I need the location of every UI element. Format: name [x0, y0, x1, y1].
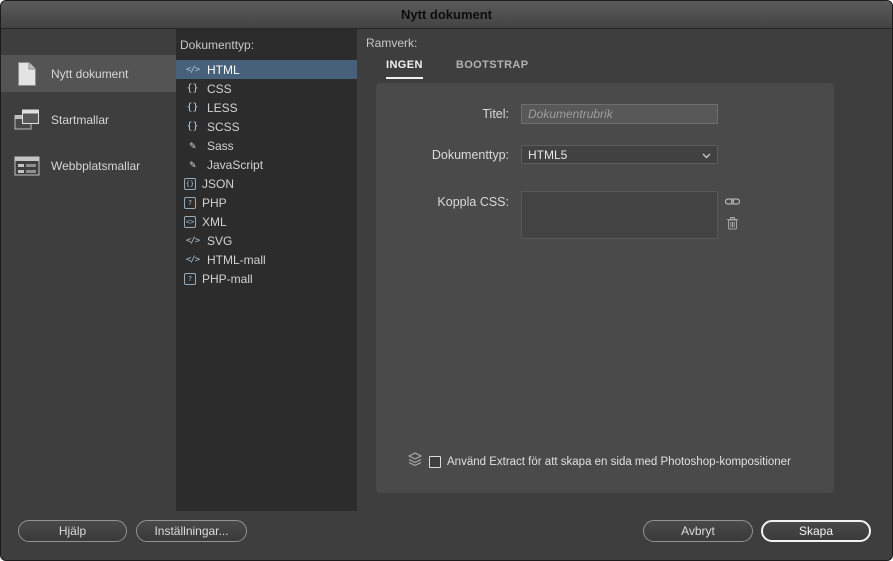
doctype-item-scss[interactable]: {} SCSS: [176, 117, 357, 136]
preferences-button[interactable]: Inställningar...: [136, 520, 247, 542]
doctype-item-less[interactable]: {} LESS: [176, 98, 357, 117]
doctype-item-json[interactable]: {} JSON: [176, 174, 357, 193]
sidebar-item-label: Nytt dokument: [51, 66, 129, 81]
doctype-item-xml[interactable]: <> XML: [176, 212, 357, 231]
chevron-down-icon: [702, 148, 711, 162]
cancel-button[interactable]: Avbryt: [643, 520, 753, 542]
doctype-list-header: Dokumenttyp:: [180, 38, 255, 52]
doctype-item-label: HTML: [207, 62, 240, 77]
framework-header: Ramverk:: [366, 36, 418, 50]
title-label: Titel:: [482, 107, 509, 121]
sidebar-item-site-templates[interactable]: Webbplatsmallar: [1, 147, 176, 184]
doctype-select-value: HTML5: [528, 147, 568, 162]
doctype-label: Dokumenttyp:: [431, 148, 509, 162]
doctype-item-label: PHP-mall: [202, 271, 253, 286]
doctype-item-sass[interactable]: ✎ Sass: [176, 136, 357, 155]
doctype-item-php[interactable]: ? PHP: [176, 193, 357, 212]
extract-checkbox[interactable]: [429, 456, 441, 468]
new-document-icon: [14, 61, 40, 87]
braces-icon: {}: [186, 102, 199, 113]
code-icon: </>: [185, 254, 200, 265]
php-icon: ?: [184, 272, 196, 285]
doctype-panel: Dokumenttyp: </> HTML {} CSS {} LESS {} SCSS ✎ Sa…: [176, 29, 357, 511]
title-input[interactable]: [521, 104, 718, 124]
site-templates-icon: [14, 156, 40, 176]
doctype-item-html[interactable]: </> HTML: [176, 60, 357, 79]
braces-icon: {}: [186, 83, 199, 94]
titlebar: Nytt dokument: [1, 1, 892, 29]
doctype-item-label: JSON: [202, 176, 235, 191]
doctype-item-label: JavaScript: [207, 157, 264, 172]
attach-css-actions: [724, 193, 741, 235]
doctype-item-css[interactable]: {} CSS: [176, 79, 357, 98]
sidebar-item-starter-templates[interactable]: Startmallar: [1, 101, 176, 138]
doctype-select[interactable]: HTML5: [521, 145, 718, 164]
framework-panel: Ramverk: INGEN BOOTSTRAP Titel: Dokument…: [357, 29, 892, 560]
doctype-list: </> HTML {} CSS {} LESS {} SCSS ✎ Sass ✎ JavaScript…: [176, 60, 357, 288]
doctype-item-label: SVG: [207, 233, 233, 248]
framework-tabs: INGEN BOOTSTRAP: [386, 59, 529, 79]
window-title: Nytt dokument: [401, 7, 492, 22]
sidebar: Nytt dokument Startmallar Webbplatsmalla…: [1, 29, 176, 560]
doctype-item-label: LESS: [207, 100, 238, 115]
pen-icon: ✎: [189, 158, 196, 171]
starter-templates-icon: [14, 109, 40, 131]
doctype-item-label: SCSS: [207, 119, 240, 134]
tab-bootstrap[interactable]: BOOTSTRAP: [456, 59, 529, 79]
code-icon: </>: [185, 235, 200, 246]
doctype-item-label: PHP: [202, 195, 227, 210]
doctype-item-label: CSS: [207, 81, 232, 96]
braces-icon: {}: [186, 121, 199, 132]
extract-checkbox-label: Använd Extract för att skapa en sida med…: [447, 456, 791, 468]
doctype-item-label: Sass: [207, 138, 234, 153]
sidebar-item-label: Startmallar: [51, 112, 110, 127]
tab-ingen[interactable]: INGEN: [386, 59, 423, 79]
trash-icon[interactable]: [727, 217, 738, 235]
help-button[interactable]: Hjälp: [18, 520, 127, 542]
attach-css-label: Koppla CSS:: [437, 195, 509, 209]
doctype-item-label: HTML-mall: [207, 252, 266, 267]
create-button[interactable]: Skapa: [761, 520, 871, 542]
code-icon: </>: [185, 64, 200, 75]
extract-option: Använd Extract för att skapa en sida med…: [407, 452, 791, 472]
doctype-item-svg[interactable]: </> SVG: [176, 231, 357, 250]
doctype-item-php-mall[interactable]: ? PHP-mall: [176, 269, 357, 288]
attach-css-list[interactable]: [521, 191, 718, 239]
doctype-item-html-mall[interactable]: </> HTML-mall: [176, 250, 357, 269]
pen-icon: ✎: [189, 139, 196, 152]
xml-icon: <>: [184, 215, 196, 228]
document-form: Titel: Dokumenttyp: HTML5 Koppla CSS:: [376, 83, 834, 493]
json-icon: {}: [184, 177, 196, 190]
link-icon[interactable]: [724, 193, 741, 211]
extract-icon: [407, 452, 423, 472]
sidebar-item-label: Webbplatsmallar: [51, 158, 141, 173]
php-icon: ?: [184, 196, 196, 209]
doctype-item-javascript[interactable]: ✎ JavaScript: [176, 155, 357, 174]
sidebar-item-new-document[interactable]: Nytt dokument: [1, 55, 176, 92]
new-document-dialog: Nytt dokument Nytt dokument Startmallar …: [0, 0, 893, 561]
doctype-item-label: XML: [202, 214, 227, 229]
